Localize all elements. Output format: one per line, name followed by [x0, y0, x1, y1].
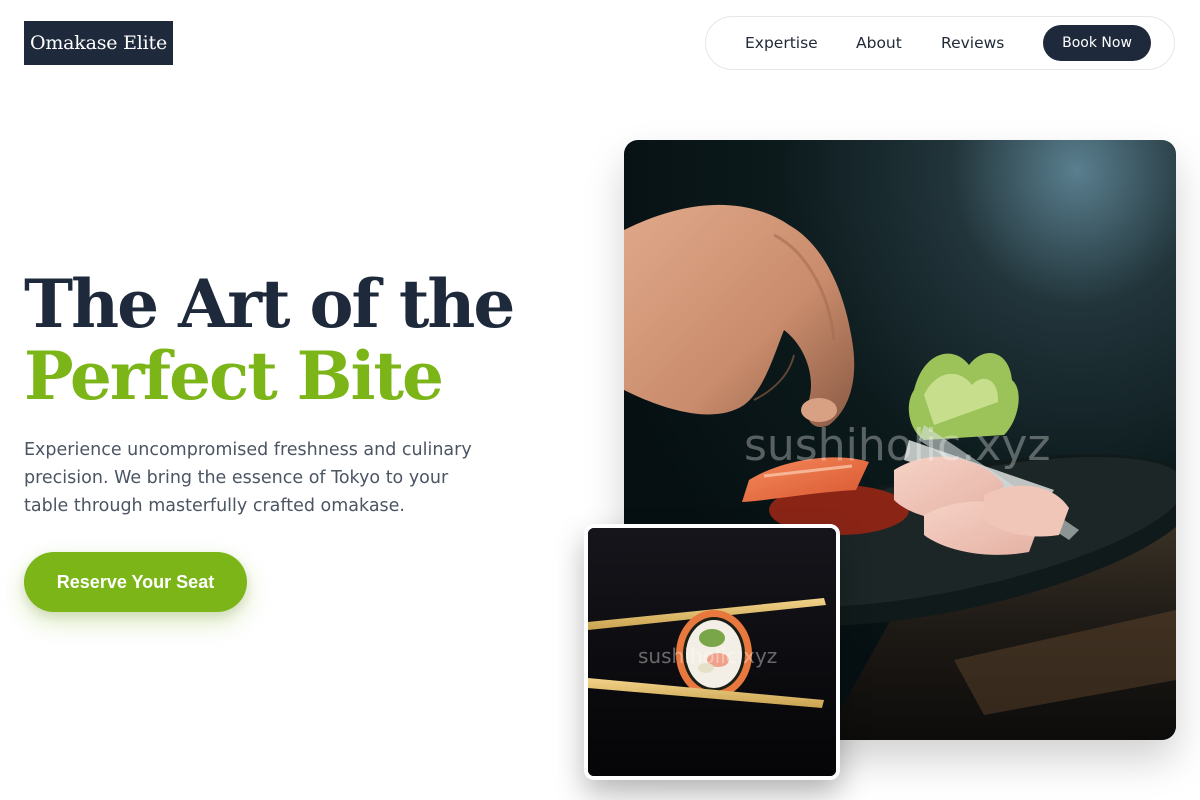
- hero-title-line1: The Art of the: [24, 265, 515, 343]
- book-now-button[interactable]: Book Now: [1043, 25, 1151, 61]
- hero-title: The Art of the Perfect Bite: [24, 268, 584, 412]
- brand-logo[interactable]: Omakase Elite: [24, 21, 173, 65]
- hero-description: Experience uncompromised freshness and c…: [24, 440, 472, 516]
- maki-chopsticks-illustration: [588, 528, 836, 776]
- nav-link-expertise[interactable]: Expertise: [745, 17, 818, 69]
- nav-link-reviews[interactable]: Reviews: [941, 17, 1004, 69]
- main-nav: Expertise About Reviews Book Now: [705, 16, 1175, 70]
- maki-roll-photo: sushiholic.xyz: [584, 524, 840, 780]
- reserve-seat-button[interactable]: Reserve Your Seat: [24, 552, 247, 612]
- nav-link-about[interactable]: About: [856, 17, 902, 69]
- hero-title-line2: Perfect Bite: [24, 337, 444, 415]
